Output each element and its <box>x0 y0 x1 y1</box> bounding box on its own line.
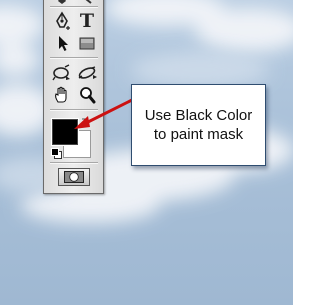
toolbox-divider <box>50 6 98 8</box>
toolbox-divider <box>50 109 98 111</box>
rectangle-tool-icon[interactable] <box>75 33 99 53</box>
callout-line-2: to paint mask <box>153 126 244 143</box>
instruction-callout: Use Black Color to paint mask <box>131 84 266 166</box>
path-selection-tool-icon[interactable] <box>50 33 74 53</box>
type-tool-icon[interactable]: T <box>75 11 99 31</box>
quick-mask-icon <box>64 171 84 183</box>
default-colors-icon[interactable] <box>51 148 62 159</box>
pen-tool-icon[interactable] <box>50 0 74 5</box>
callout-line-1: Use Black Color <box>144 107 253 124</box>
swap-colors-icon[interactable] <box>81 113 91 125</box>
zoom-tool-icon[interactable] <box>75 85 99 105</box>
3d-orbit-tool-icon[interactable] <box>75 63 99 83</box>
toolbox-divider <box>50 162 98 164</box>
foreground-color-swatch[interactable] <box>51 118 79 146</box>
toolbox-divider <box>50 57 98 59</box>
rotate-view-tool-icon[interactable] <box>50 63 74 83</box>
hand-tool-icon[interactable] <box>50 85 74 105</box>
tools-panel: T <box>43 0 104 194</box>
pen-tool-icon[interactable] <box>50 11 74 31</box>
quick-mask-button[interactable] <box>58 168 90 186</box>
type-tool-glyph: T <box>79 9 95 32</box>
zoom-tool-partial-icon[interactable] <box>75 0 99 5</box>
